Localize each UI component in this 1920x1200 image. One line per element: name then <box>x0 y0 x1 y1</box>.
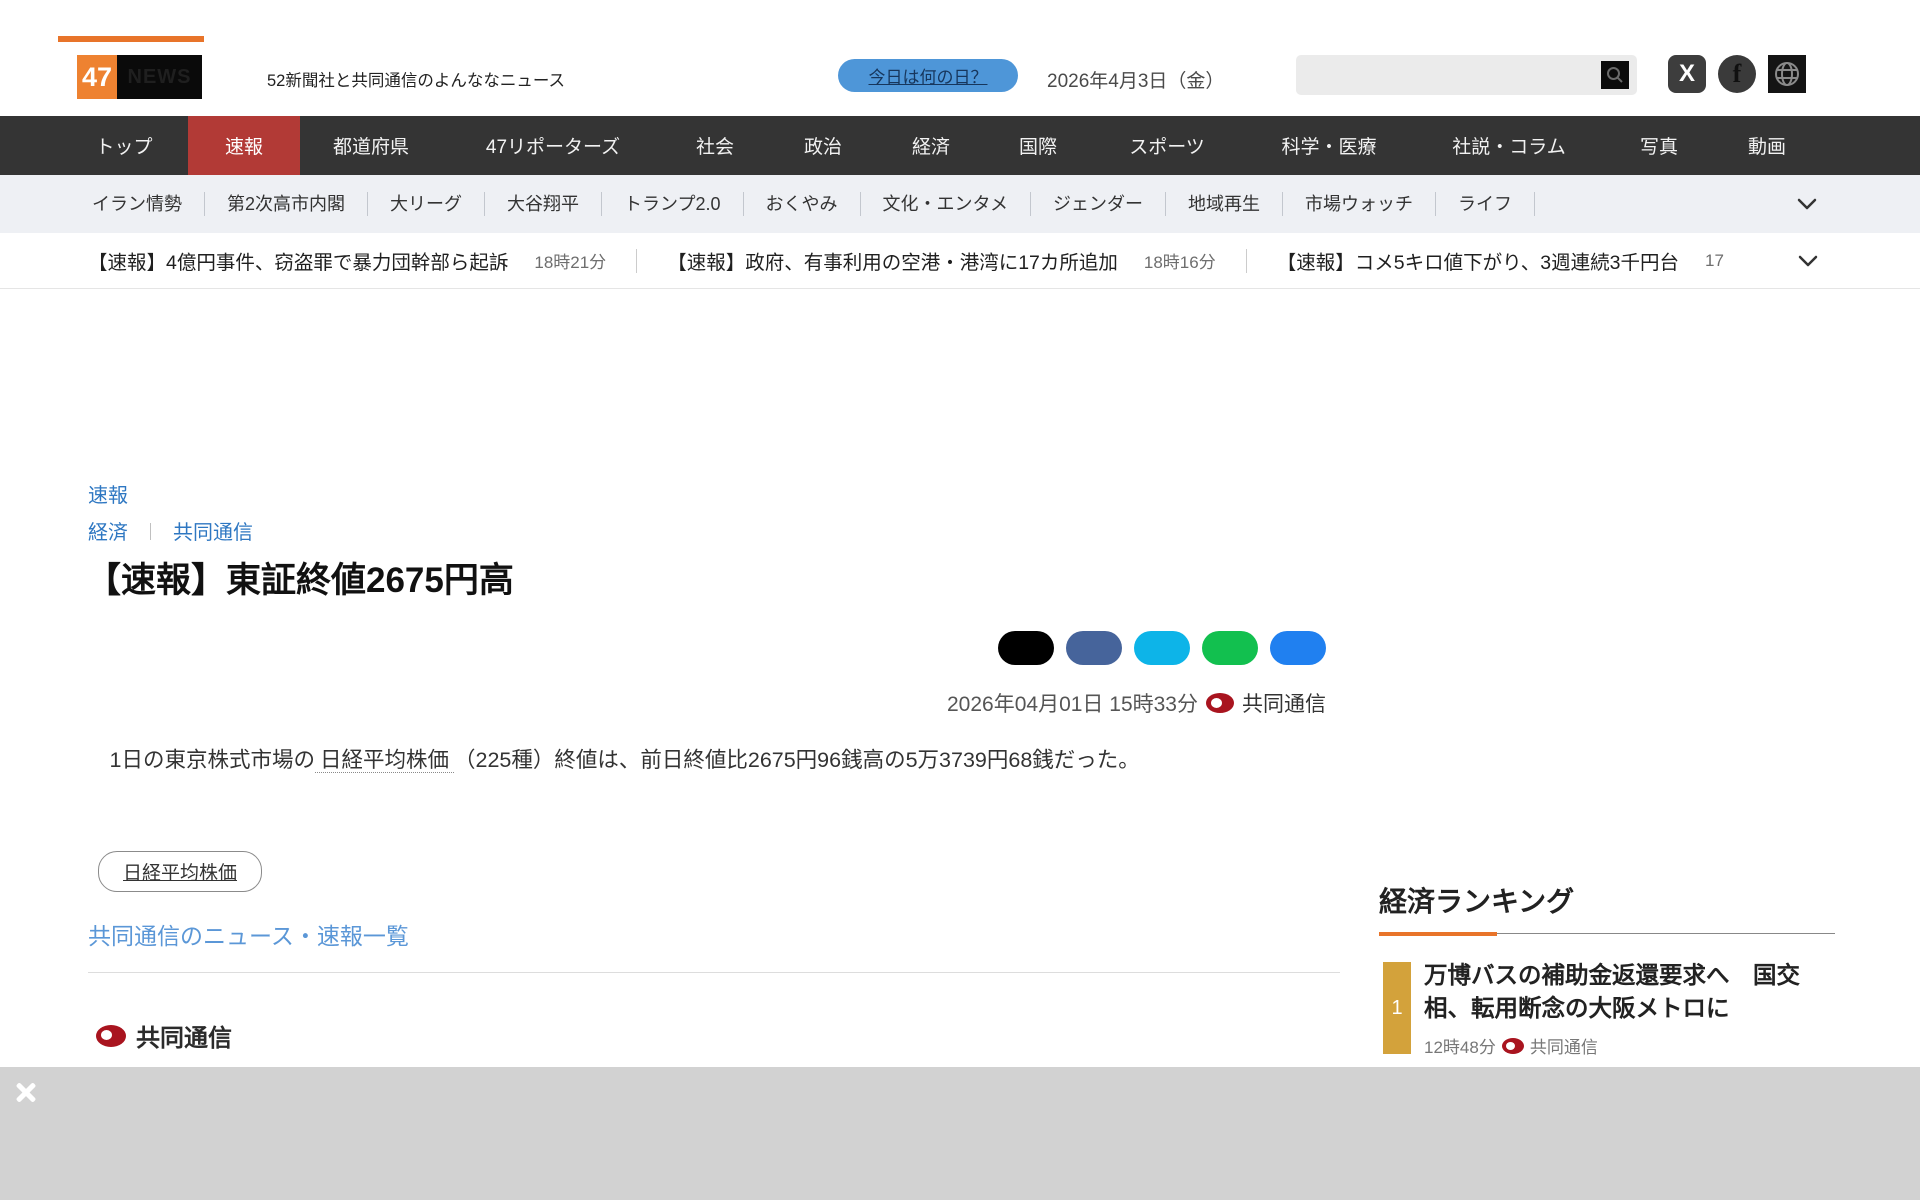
body-text-pre: 1日の東京株式市場の <box>88 748 315 772</box>
ranking-divider-accent <box>1379 932 1497 936</box>
article-title: 【速報】東証終値2675円高 <box>86 552 514 603</box>
search-box[interactable] <box>1296 55 1637 95</box>
x-twitter-icon[interactable]: X <box>1668 55 1706 93</box>
nav-item-international[interactable]: 国際 <box>1019 116 1057 175</box>
kyodo-footer: 共同通信 <box>96 1018 232 1053</box>
nav-item-video[interactable]: 動画 <box>1748 116 1786 175</box>
social-links: X f <box>1668 55 1806 93</box>
ticker-item-3[interactable]: 【速報】コメ5キロ値下がり、3週連続3千円台 <box>1277 246 1679 275</box>
topic-nav: イラン情勢 第2次高市内閣 大リーグ 大谷翔平 トランプ2.0 おくやみ 文化・… <box>0 175 1920 233</box>
ticker-item-2[interactable]: 【速報】政府、有事利用の空港・港湾に17カ所追加 <box>667 246 1118 275</box>
ticker-expand-button[interactable] <box>1797 253 1819 274</box>
topic-cabinet[interactable]: 第2次高市内閣 <box>205 192 368 216</box>
topic-ohtani[interactable]: 大谷翔平 <box>485 192 602 216</box>
rank-1-time: 12時48分 <box>1424 1033 1496 1058</box>
topic-iran[interactable]: イラン情勢 <box>70 192 205 216</box>
topic-regional[interactable]: 地域再生 <box>1166 192 1283 216</box>
share-line-button[interactable] <box>1202 631 1258 665</box>
breaking-news-ticker: 【速報】4億円事件、窃盗罪で暴力団幹部ら起訴 18時21分 【速報】政府、有事利… <box>0 233 1920 289</box>
bottom-ad-banner <box>0 1067 1920 1200</box>
nav-item-photo[interactable]: 写真 <box>1640 116 1678 175</box>
topic-trump[interactable]: トランプ2.0 <box>602 192 743 216</box>
nav-item-top[interactable]: トップ <box>95 116 152 175</box>
nav-item-society[interactable]: 社会 <box>696 116 734 175</box>
kyodo-news-icon <box>96 1025 126 1047</box>
breadcrumb: 経済 ｜ 共同通信 <box>88 516 253 545</box>
kyodo-news-icon <box>1502 1038 1524 1054</box>
economy-ranking-heading: 経済ランキング <box>1379 880 1574 920</box>
topic-more-button[interactable] <box>1796 196 1818 217</box>
topic-mlb[interactable]: 大リーグ <box>368 192 485 216</box>
breadcrumb-category[interactable]: 経済 <box>88 516 128 545</box>
kyodo-footer-name[interactable]: 共同通信 <box>136 1018 232 1053</box>
share-x-button[interactable] <box>998 631 1054 665</box>
publish-datetime: 2026年04月01日 15時33分 <box>947 688 1198 718</box>
agency-name[interactable]: 共同通信 <box>1242 688 1326 718</box>
share-button-row <box>998 631 1326 665</box>
rank-1-badge: 1 <box>1383 962 1411 1054</box>
globe-icon[interactable] <box>1768 55 1806 93</box>
search-input[interactable] <box>1304 55 1594 95</box>
nav-item-47reporters[interactable]: 47リポーターズ <box>486 116 620 175</box>
chevron-down-icon <box>1797 253 1819 269</box>
topic-obituary[interactable]: おくやみ <box>744 192 861 216</box>
body-text-post: （225種）終値は、前日終値比2675円96銭高の5万3739円68銭だった。 <box>454 748 1140 772</box>
nav-item-sports[interactable]: スポーツ <box>1129 116 1205 175</box>
topic-gender[interactable]: ジェンダー <box>1031 192 1166 216</box>
nav-item-editorial-column[interactable]: 社説・コラム <box>1452 116 1565 175</box>
nav-item-politics[interactable]: 政治 <box>804 116 842 175</box>
tag-nikkei-average[interactable]: 日経平均株価 <box>98 851 262 892</box>
rank-1-title[interactable]: 万博バスの補助金返還要求へ 国交相、転用断念の大阪メトロに <box>1424 959 1828 1025</box>
kyodo-news-icon <box>1206 693 1234 713</box>
site-tagline: 52新聞社と共同通信のよんななニュース <box>267 67 565 91</box>
ticker-separator <box>1246 249 1247 273</box>
ticker-item-1[interactable]: 【速報】4億円事件、窃盗罪で暴力団幹部ら起訴 <box>88 246 508 275</box>
ticker-time-1: 18時21分 <box>534 248 606 273</box>
brand-accent-bar <box>58 36 204 42</box>
kyodo-news-list-link[interactable]: 共同通信のニュース・速報一覧 <box>88 917 409 951</box>
today-is-what-day-button[interactable]: 今日は何の日？ <box>838 59 1018 92</box>
topic-culture[interactable]: 文化・エンタメ <box>861 192 1031 216</box>
chevron-down-icon <box>1796 196 1818 212</box>
ticker-time-2: 18時16分 <box>1144 248 1216 273</box>
breadcrumb-separator: ｜ <box>142 518 159 543</box>
page: 47 NEWS 52新聞社と共同通信のよんななニュース 今日は何の日？ 2026… <box>0 0 1920 1200</box>
main-nav: トップ 速報 都道府県 47リポーターズ 社会 政治 経済 国際 スポーツ 科学… <box>0 116 1920 175</box>
logo-news-icon: NEWS <box>117 55 202 99</box>
ticker-time-3: 17 <box>1705 251 1724 271</box>
topic-market-watch[interactable]: 市場ウォッチ <box>1283 192 1436 216</box>
breadcrumb-source[interactable]: 共同通信 <box>173 516 253 545</box>
site-header: 47 NEWS 52新聞社と共同通信のよんななニュース 今日は何の日？ 2026… <box>0 0 1920 116</box>
rank-1-agency: 共同通信 <box>1530 1033 1598 1058</box>
share-facebook-button[interactable] <box>1066 631 1122 665</box>
ranking-divider <box>1379 933 1835 934</box>
rank-1-meta: 12時48分 共同通信 <box>1424 1033 1598 1058</box>
breadcrumb-section[interactable]: 速報 <box>88 479 128 508</box>
nav-item-economy[interactable]: 経済 <box>912 116 950 175</box>
share-messenger-button[interactable] <box>1270 631 1326 665</box>
article-divider <box>88 972 1340 973</box>
site-logo[interactable]: 47 NEWS <box>77 55 202 99</box>
nav-item-sokuho-active[interactable]: 速報 <box>188 116 300 175</box>
logo-47-icon: 47 <box>77 55 117 99</box>
facebook-icon[interactable]: f <box>1718 55 1756 93</box>
topic-life[interactable]: ライフ <box>1436 192 1535 216</box>
nav-item-science-medical[interactable]: 科学・医療 <box>1281 116 1376 175</box>
current-date: 2026年4月3日（金） <box>1047 66 1224 93</box>
article-body: 1日の東京株式市場の日経平均株価（225種）終値は、前日終値比2675円96銭高… <box>88 738 1346 783</box>
share-twitter-button[interactable] <box>1134 631 1190 665</box>
nikkei-average-link[interactable]: 日経平均株価 <box>315 748 454 773</box>
search-icon <box>1605 65 1625 85</box>
article-meta: 2026年04月01日 15時33分 共同通信 <box>860 688 1326 718</box>
search-button[interactable] <box>1601 61 1629 89</box>
nav-item-prefectures[interactable]: 都道府県 <box>333 116 409 175</box>
close-icon[interactable] <box>14 1080 38 1104</box>
ticker-separator <box>636 249 637 273</box>
